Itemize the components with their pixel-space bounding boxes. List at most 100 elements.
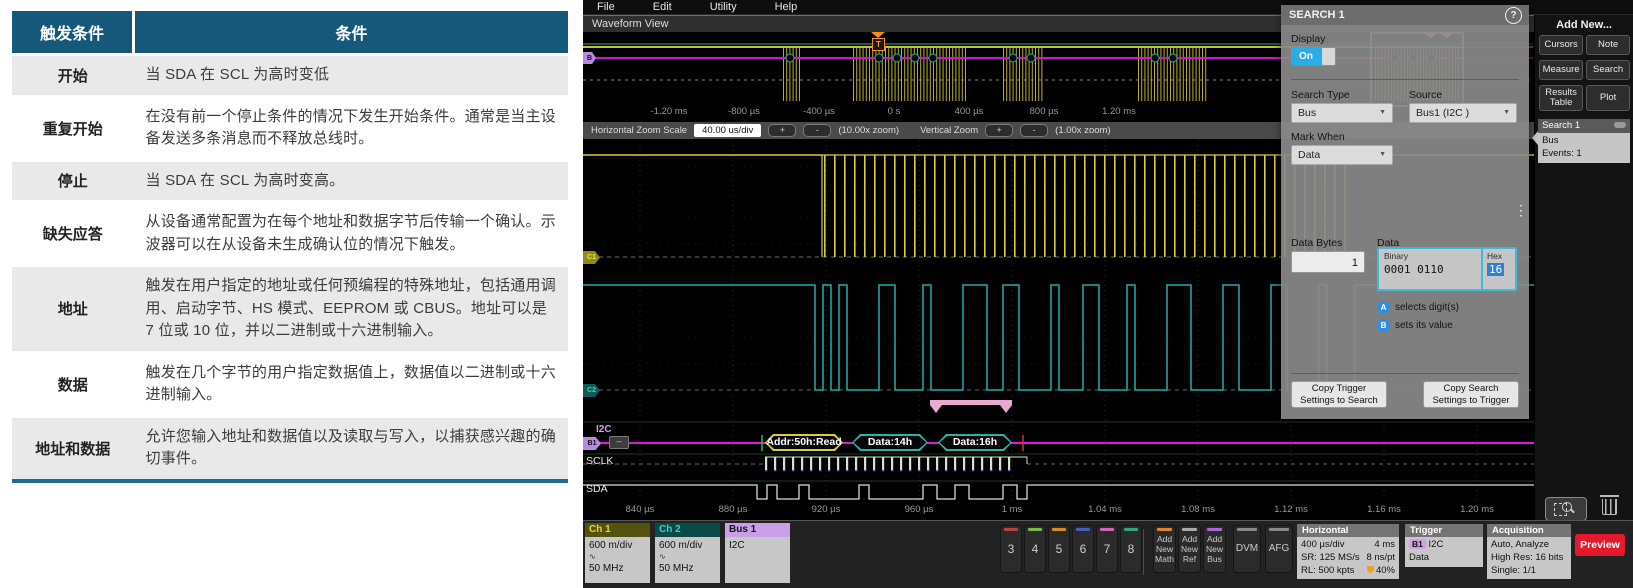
chevron-down-icon: ▼ xyxy=(1503,109,1510,116)
acquisition-panel-title: Acquisition xyxy=(1487,524,1571,537)
horizontal-zoom-scale-input[interactable]: 40.00 us/div xyxy=(694,124,761,137)
ch1-badge[interactable]: Ch 1 600 m/div ∿ 50 MHz xyxy=(585,523,650,583)
hex-field[interactable]: Hex 16 xyxy=(1481,249,1515,289)
menu-utility[interactable]: Utility xyxy=(710,1,737,13)
decode-addr-box: Addr:50h:Read xyxy=(765,434,843,451)
acquisition-panel[interactable]: Acquisition Auto, Analyze High Res: 16 b… xyxy=(1487,524,1571,579)
hex-value: 16 xyxy=(1487,263,1504,276)
trigger-type-cell: 数据 xyxy=(12,352,134,416)
table-row: 缺失应答从设备通常配置为在每个地址和数据字节后传输一个确认。示波器可以在从设备未… xyxy=(12,202,568,266)
channel-6-button[interactable]: 6 xyxy=(1072,525,1094,573)
table-row: 开始当 SDA 在 SCL 为高时变低 xyxy=(12,55,568,97)
search-type-select[interactable]: ▼ Bus xyxy=(1291,103,1393,123)
bus-type-label: I2C xyxy=(596,424,612,435)
horizontal-zoom-scale-label: Horizontal Zoom Scale xyxy=(591,125,687,136)
binary-field[interactable]: Binary 0001 0110 xyxy=(1379,249,1481,289)
bus1-badge[interactable]: Bus 1 I2C xyxy=(725,523,790,583)
copy-trigger-to-search-button[interactable]: Copy Trigger Settings to Search xyxy=(1291,381,1387,408)
table-row: 重复开始在没有前一个停止条件的情况下发生开始条件。通常是当主设备发送多条消息而不… xyxy=(12,96,568,160)
data-bytes-input[interactable]: 1 xyxy=(1291,251,1365,273)
trigger-desc-cell: 触发在用户指定的地址或任何预编程的特殊地址，包括通用调用、启动字节、HS 模式、… xyxy=(134,266,569,353)
horizontal-zoom-out-button[interactable]: - xyxy=(803,124,831,137)
vertical-zoom-in-button[interactable]: + xyxy=(985,124,1013,137)
data-value-editor[interactable]: Binary 0001 0110 Hex 16 xyxy=(1377,247,1517,291)
magnifier-icon xyxy=(1562,502,1572,512)
add-results-table-button[interactable]: Results Table xyxy=(1539,85,1583,111)
trigger-t-icon: T xyxy=(872,38,885,51)
data-bytes-label: Data Bytes xyxy=(1291,237,1342,249)
ch2-badge-body: 600 m/div ∿ 50 MHz xyxy=(655,537,720,583)
menu-file[interactable]: File xyxy=(597,1,615,13)
knob-b-hint: B sets its value xyxy=(1377,319,1453,332)
search1-toggle[interactable] xyxy=(1614,122,1626,128)
bus-minimize-handle[interactable]: – xyxy=(609,436,629,449)
add-new-ref-button[interactable]: Add New Ref xyxy=(1178,525,1201,573)
search1-body: Bus Events: 1 xyxy=(1538,133,1630,163)
add-new-math-button[interactable]: Add New Math xyxy=(1153,525,1176,573)
display-label: Display xyxy=(1291,33,1325,45)
oscilloscope-app: File Edit Utility Help Waveform View xyxy=(583,0,1633,587)
bus1-badge-header: Bus 1 xyxy=(725,523,790,537)
afg-button[interactable]: AFG xyxy=(1265,525,1293,573)
add-new-bus-button[interactable]: Add New Bus xyxy=(1203,525,1226,573)
help-icon[interactable]: ? xyxy=(1505,7,1522,24)
channel-8-button[interactable]: 8 xyxy=(1120,525,1142,573)
trigger-position-marker[interactable]: T xyxy=(871,32,885,51)
add-note-button[interactable]: Note xyxy=(1586,35,1630,55)
zoom-mode-button[interactable] xyxy=(1545,497,1587,521)
table-header-row: 触发条件 条件 xyxy=(12,10,568,55)
trigger-panel[interactable]: Trigger B1 I2C Data xyxy=(1405,524,1483,567)
coupling-icon: ∿ xyxy=(659,552,716,562)
menu-edit[interactable]: Edit xyxy=(653,1,672,13)
channel-5-button[interactable]: 5 xyxy=(1048,525,1070,573)
trigger-conditions-table: 触发条件 条件 开始当 SDA 在 SCL 为高时变低 重复开始在没有前一个停止… xyxy=(12,8,568,483)
settings-bar: Ch 1 600 m/div ∿ 50 MHz Ch 2 600 m/div ∿… xyxy=(583,520,1633,588)
add-measure-button[interactable]: Measure xyxy=(1539,60,1583,80)
horizontal-panel[interactable]: Horizontal 400 µs/div4 ms SR: 125 MS/s8 … xyxy=(1297,524,1399,579)
binary-value: 0001 0110 xyxy=(1384,263,1476,276)
table-row: 地址触发在用户指定的地址或任何预编程的特殊地址，包括通用调用、启动字节、HS 模… xyxy=(12,266,568,353)
vertical-zoom-out-button[interactable]: - xyxy=(1020,124,1048,137)
divider xyxy=(1291,79,1519,80)
source-select[interactable]: ▼ Bus1 (I2C ) xyxy=(1409,103,1517,123)
chevron-down-icon: ▼ xyxy=(1379,151,1386,158)
channel-3-button[interactable]: 3 xyxy=(1000,525,1022,573)
axis-label: 880 µs xyxy=(719,504,748,515)
trigger-desc-cell: 从设备通常配置为在每个地址和数据字节后传输一个确认。示波器可以在从设备未生成确认… xyxy=(134,202,569,266)
mark-when-label: Mark When xyxy=(1291,131,1345,143)
axis-label: 1 ms xyxy=(1002,504,1023,515)
vertical-zoom-factor: (1.00x zoom) xyxy=(1055,125,1110,136)
add-search-button[interactable]: Search xyxy=(1586,60,1630,80)
trigger-type-cell: 地址 xyxy=(12,266,134,353)
axis-label: 1.08 ms xyxy=(1181,504,1215,515)
search1-type: Bus xyxy=(1542,135,1626,148)
preview-button[interactable]: Preview xyxy=(1575,534,1625,556)
results-sidebar: Add New... Cursors Note Measure Search R… xyxy=(1534,15,1633,520)
ch2-badge[interactable]: Ch 2 600 m/div ∿ 50 MHz xyxy=(655,523,720,583)
divider xyxy=(1143,529,1144,575)
search1-result-item[interactable]: Search 1 Bus Events: 1 xyxy=(1538,119,1630,163)
panel-drag-handle-icon[interactable]: ⋮ xyxy=(1514,203,1528,217)
overview-axis-label: -800 µs xyxy=(728,106,760,117)
trash-icon[interactable] xyxy=(1602,499,1617,515)
bus1-badge-body: I2C xyxy=(725,537,790,583)
display-toggle[interactable]: On xyxy=(1291,47,1336,66)
add-plot-button[interactable]: Plot xyxy=(1586,85,1630,111)
channel-7-button[interactable]: 7 xyxy=(1096,525,1118,573)
decode-data1-box: Data:14h xyxy=(852,434,928,451)
axis-label: 1.16 ms xyxy=(1367,504,1401,515)
trigger-panel-body: B1 I2C Data xyxy=(1405,537,1483,567)
add-cursors-button[interactable]: Cursors xyxy=(1539,35,1583,55)
channel-4-button[interactable]: 4 xyxy=(1024,525,1046,573)
overview-axis-label: -400 µs xyxy=(803,106,835,117)
trigger-desc-cell: 当 SDA 在 SCL 为高时变低 xyxy=(134,55,569,97)
hex-label: Hex xyxy=(1487,251,1511,261)
horizontal-zoom-in-button[interactable]: + xyxy=(768,124,796,137)
copy-search-to-trigger-button[interactable]: Copy Search Settings to Trigger xyxy=(1423,381,1519,408)
trigger-desc-cell: 触发在几个字节的用户指定数据值上，数据值以二进制或十六进制输入。 xyxy=(134,352,569,416)
menu-help[interactable]: Help xyxy=(775,1,798,13)
dvm-button[interactable]: DVM xyxy=(1233,525,1261,573)
mark-when-select[interactable]: ▼ Data xyxy=(1291,145,1393,165)
overview-axis-label: 400 µs xyxy=(955,106,984,117)
sclk-label: SCLK xyxy=(586,455,613,467)
